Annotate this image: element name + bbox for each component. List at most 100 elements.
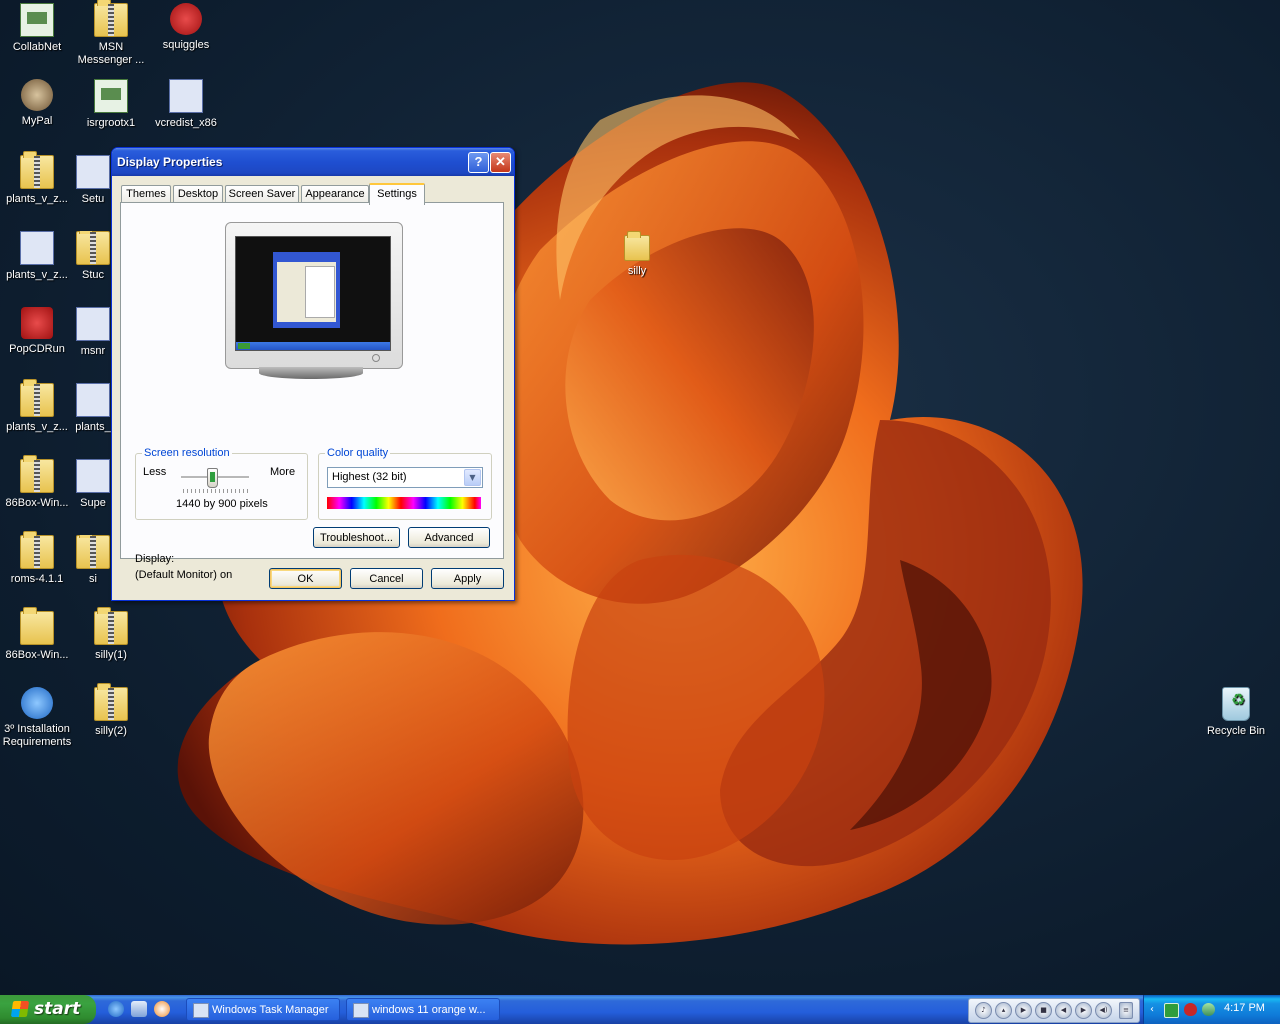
screen-resolution-title: Screen resolution: [142, 447, 232, 459]
desktop-icon-label: CollabNet: [12, 41, 62, 53]
desktop-icon-popcdrun[interactable]: PopCDRun: [0, 307, 74, 356]
desktop-icon-isrgrootx1[interactable]: isrgrootx1: [74, 79, 148, 130]
desktop-icon-silly-2[interactable]: silly(2): [74, 683, 148, 738]
desktop-icon-silly-1[interactable]: silly(1): [74, 607, 148, 662]
taskbar: start Windows Task Manager windows 11 or…: [0, 995, 1280, 1024]
zip-folder-icon: [76, 535, 110, 569]
ok-button[interactable]: OK: [269, 568, 342, 589]
media-player-icon[interactable]: [154, 1001, 170, 1017]
tray-expand-icon[interactable]: ‹: [1150, 1003, 1158, 1016]
restore-icon[interactable]: ▴: [995, 1002, 1012, 1019]
monitor-preview-screen: [235, 236, 391, 351]
apply-button[interactable]: Apply: [431, 568, 504, 589]
clock[interactable]: 4:17 PM: [1224, 1002, 1265, 1014]
show-desktop-icon[interactable]: [131, 1001, 147, 1017]
desktop-icon-plants-2[interactable]: plants_v_z...: [0, 231, 74, 282]
display-label: Display:: [135, 553, 175, 565]
taskbar-task-manager[interactable]: Windows Task Manager: [186, 998, 340, 1021]
resolution-less-label: Less: [143, 466, 167, 478]
taskbar-wallpaper-window[interactable]: windows 11 orange w...: [346, 998, 500, 1021]
security-shield-icon[interactable]: [1184, 1003, 1197, 1016]
squiggles-app-icon: [170, 3, 202, 35]
desktop-icon-label: 86Box-Win...: [5, 649, 69, 661]
zip-folder-icon: [94, 607, 128, 645]
desktop-icon-installation-requirements[interactable]: 3º Installation Requirements: [0, 687, 74, 749]
zip-folder-icon: [20, 531, 54, 569]
desktop-icon-si[interactable]: si: [74, 535, 112, 586]
stop-icon[interactable]: ■: [1035, 1002, 1052, 1019]
media-menu-icon[interactable]: ♪: [975, 1002, 992, 1019]
help-button[interactable]: ?: [468, 152, 489, 173]
tab-themes[interactable]: Themes: [121, 185, 171, 203]
options-icon[interactable]: ≡: [1119, 1002, 1133, 1019]
desktop-icon-label: plants_: [75, 421, 111, 433]
desktop-icon-collabnet[interactable]: CollabNet: [0, 3, 74, 54]
desktop-icon-squiggles[interactable]: squiggles: [149, 3, 223, 52]
desktop-icon-label: plants_v_z...: [6, 421, 68, 433]
desktop-icon-plants-4[interactable]: plants_: [74, 383, 112, 434]
dialog-title: Display Properties: [117, 155, 223, 169]
cancel-button[interactable]: Cancel: [350, 568, 423, 589]
desktop-icon-label: silly: [627, 265, 647, 277]
desktop-icon-setup[interactable]: Setu: [74, 155, 112, 206]
tab-desktop[interactable]: Desktop: [173, 185, 223, 203]
network-status-icon[interactable]: [1164, 1003, 1179, 1018]
desktop-icon-roms[interactable]: roms-4.1.1: [0, 531, 74, 586]
previous-icon[interactable]: ◀: [1055, 1002, 1072, 1019]
desktop-icon-label: Supe: [80, 497, 106, 509]
display-value: (Default Monitor) on: [135, 569, 233, 581]
zip-folder-icon: [20, 151, 54, 189]
desktop-icon-label: silly(2): [95, 725, 127, 737]
users-icon[interactable]: [1202, 1003, 1215, 1016]
color-quality-title: Color quality: [325, 447, 391, 459]
desktop-icon-86box-1[interactable]: 86Box-Win...: [0, 455, 74, 510]
desktop-icon-label: si: [89, 573, 97, 585]
tab-settings[interactable]: Settings: [369, 183, 425, 205]
troubleshoot-button[interactable]: Troubleshoot...: [313, 527, 400, 548]
volume-icon[interactable]: ◀): [1095, 1002, 1112, 1019]
desktop-icon-mypal[interactable]: MyPal: [0, 79, 74, 128]
tab-appearance[interactable]: Appearance: [301, 185, 369, 203]
close-button[interactable]: ✕: [490, 152, 511, 173]
desktop-icon-86box-2[interactable]: 86Box-Win...: [0, 607, 74, 662]
mypal-browser-icon: [21, 79, 53, 111]
desktop-icon-label: 3º Installation Requirements: [2, 723, 72, 748]
desktop-icon-label: Setu: [81, 193, 105, 205]
taskbar-task-label: Windows Task Manager: [212, 1004, 329, 1016]
desktop-icon-label: msnr: [80, 345, 106, 357]
desktop-icon-vcredist[interactable]: vcredist_x86: [149, 79, 223, 130]
desktop-icon-label: roms-4.1.1: [10, 573, 64, 585]
next-icon[interactable]: ▶: [1075, 1002, 1092, 1019]
monitor-power-icon: [372, 354, 380, 362]
color-quality-select[interactable]: Highest (32 bit) ▼: [327, 467, 483, 488]
play-icon[interactable]: ▶: [1015, 1002, 1032, 1019]
tab-screen-saver[interactable]: Screen Saver: [225, 185, 299, 203]
desktop-icon-label: vcredist_x86: [155, 117, 217, 129]
start-button[interactable]: start: [0, 995, 96, 1024]
desktop-icon-stuc[interactable]: Stuc: [74, 231, 112, 282]
dialog-title-bar[interactable]: Display Properties ? ✕: [112, 148, 514, 176]
windows-logo-icon: [10, 1001, 30, 1017]
desktop-icon-recycle-bin[interactable]: Recycle Bin: [1199, 687, 1273, 738]
desktop-icon-plants-1[interactable]: plants_v_z...: [0, 151, 74, 206]
desktop-icon-label: plants_v_z...: [6, 193, 68, 205]
help-icon: ?: [474, 154, 483, 169]
window-icon: [353, 1003, 369, 1018]
zip-folder-icon: [94, 0, 128, 37]
certificate-icon: [20, 3, 54, 37]
desktop-icon-supe[interactable]: Supe: [74, 459, 112, 510]
monitor-preview: [225, 222, 403, 369]
media-player-toolbar: ♪ ▴ ▶ ■ ◀ ▶ ◀) ≡: [968, 998, 1140, 1023]
chevron-down-icon[interactable]: ▼: [464, 469, 481, 486]
desktop-icon-msn-messenger[interactable]: MSN Messenger ...: [74, 0, 148, 67]
internet-explorer-icon[interactable]: [108, 1001, 124, 1017]
preview-taskbar: [236, 342, 390, 350]
desktop-icon-silly[interactable]: silly: [600, 231, 674, 278]
zip-folder-icon: [20, 379, 54, 417]
folder-icon: [624, 231, 650, 261]
desktop-icon-plants-3[interactable]: plants_v_z...: [0, 379, 74, 434]
resolution-slider-thumb[interactable]: [207, 468, 219, 488]
shortcut-icon: [76, 459, 110, 493]
advanced-button[interactable]: Advanced: [408, 527, 490, 548]
desktop-icon-msnr[interactable]: msnr: [74, 307, 112, 358]
